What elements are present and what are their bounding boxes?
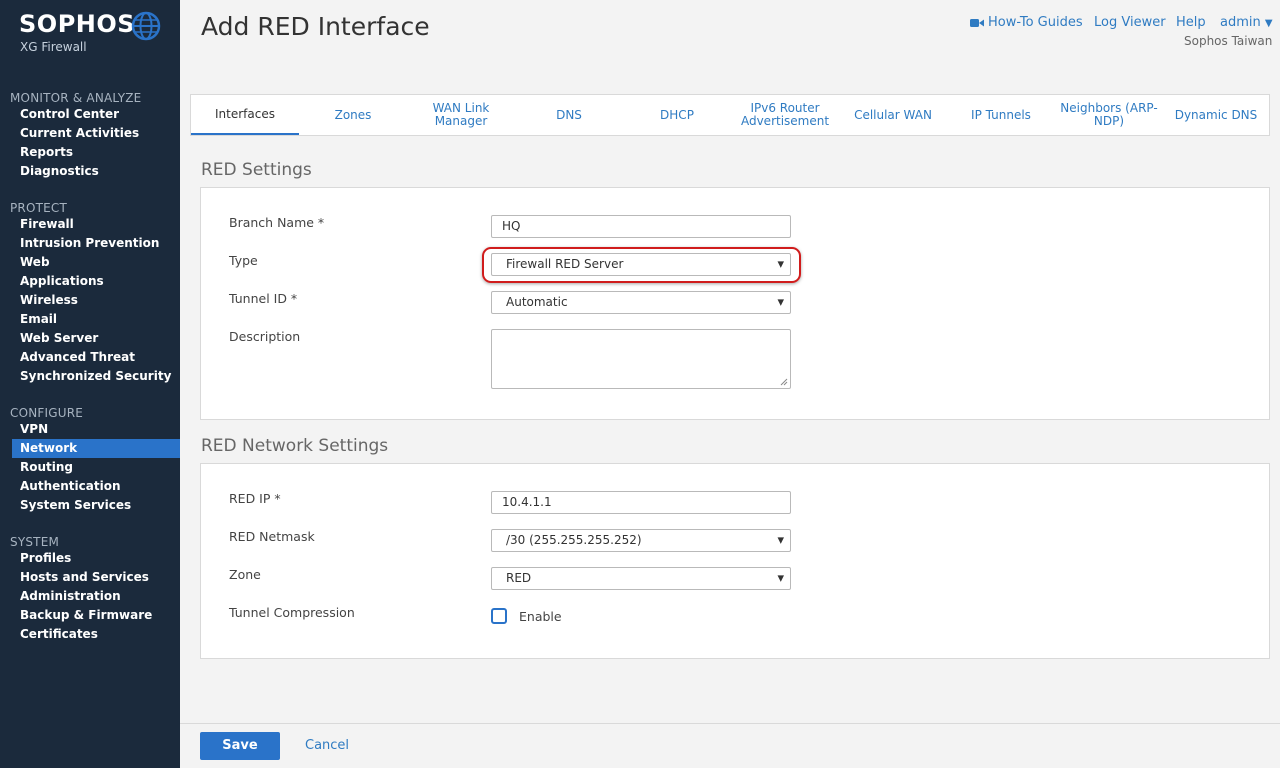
- video-camera-icon: [970, 19, 984, 27]
- cancel-button[interactable]: Cancel: [305, 738, 349, 753]
- page-title: Add RED Interface: [201, 12, 430, 41]
- red-settings-title: RED Settings: [201, 160, 312, 180]
- nav-section-system: SYSTEM: [10, 535, 60, 549]
- tab-ipv6-router-advertisement[interactable]: IPv6 Router Advertisement: [731, 95, 839, 135]
- zone-label: Zone: [229, 567, 261, 582]
- nav-item-administration[interactable]: Administration: [12, 587, 180, 606]
- tab-dhcp[interactable]: DHCP: [623, 95, 731, 135]
- description-textarea[interactable]: [491, 329, 791, 389]
- nav-item-email[interactable]: Email: [12, 310, 180, 329]
- nav-item-hosts-and-services[interactable]: Hosts and Services: [12, 568, 180, 587]
- nav-item-system-services[interactable]: System Services: [12, 496, 180, 515]
- tunnel-compression-enable-label[interactable]: Enable: [519, 609, 562, 624]
- branch-name-input[interactable]: HQ: [491, 215, 791, 238]
- nav-item-synchronized-security[interactable]: Synchronized Security: [12, 367, 180, 386]
- how-to-guides-link[interactable]: How-To Guides: [988, 15, 1083, 30]
- nav-item-diagnostics[interactable]: Diagnostics: [12, 162, 180, 181]
- nav-item-control-center[interactable]: Control Center: [12, 105, 180, 124]
- tab-dynamic-dns[interactable]: Dynamic DNS: [1163, 95, 1269, 135]
- sophos-logo[interactable]: SOPHOS XG Firewall: [19, 10, 169, 60]
- admin-label: admin: [1220, 15, 1261, 30]
- tenant-name: Sophos Taiwan: [1184, 34, 1273, 48]
- nav-item-certificates[interactable]: Certificates: [12, 625, 180, 644]
- red-netmask-select-value: /30 (255.255.255.252): [506, 533, 642, 547]
- red-network-settings-title: RED Network Settings: [201, 436, 389, 456]
- nav-item-wireless[interactable]: Wireless: [12, 291, 180, 310]
- tab-interfaces[interactable]: Interfaces: [191, 95, 299, 135]
- nav-item-firewall[interactable]: Firewall: [12, 215, 180, 234]
- tunnel-id-label: Tunnel ID *: [229, 291, 298, 306]
- zone-select-value: RED: [506, 571, 532, 585]
- caret-down-icon: ▼: [1264, 18, 1273, 29]
- nav-item-current-activities[interactable]: Current Activities: [12, 124, 180, 143]
- tab-neighbors[interactable]: Neighbors (ARP-NDP): [1055, 95, 1163, 135]
- nav-section-protect: PROTECT: [10, 201, 68, 215]
- log-viewer-link[interactable]: Log Viewer: [1094, 15, 1166, 30]
- branch-name-label: Branch Name *: [229, 215, 325, 230]
- nav-section-monitor: MONITOR & ANALYZE: [10, 91, 142, 105]
- red-ip-label: RED IP *: [229, 491, 281, 506]
- nav-item-profiles[interactable]: Profiles: [12, 549, 180, 568]
- save-button[interactable]: Save: [200, 732, 280, 760]
- admin-menu[interactable]: admin ▼: [1220, 15, 1273, 30]
- type-highlight-annotation: [482, 247, 801, 283]
- nav-item-applications[interactable]: Applications: [12, 272, 180, 291]
- nav-item-intrusion-prevention[interactable]: Intrusion Prevention: [12, 234, 180, 253]
- nav-item-reports[interactable]: Reports: [12, 143, 180, 162]
- tab-cellular-wan[interactable]: Cellular WAN: [839, 95, 947, 135]
- globe-icon: [131, 11, 161, 41]
- tab-bar: Interfaces Zones WAN Link Manager DNS DH…: [190, 94, 1270, 136]
- nav-item-vpn[interactable]: VPN: [12, 420, 180, 439]
- zone-select[interactable]: RED: [491, 567, 791, 590]
- brand-name: SOPHOS: [19, 10, 136, 38]
- red-netmask-label: RED Netmask: [229, 529, 315, 544]
- nav-item-backup-firmware[interactable]: Backup & Firmware: [12, 606, 180, 625]
- tab-zones[interactable]: Zones: [299, 95, 407, 135]
- red-netmask-select[interactable]: /30 (255.255.255.252): [491, 529, 791, 552]
- nav-item-routing[interactable]: Routing: [12, 458, 180, 477]
- nav-item-advanced-threat[interactable]: Advanced Threat: [12, 348, 180, 367]
- tunnel-id-select-value: Automatic: [506, 295, 568, 309]
- sidebar: SOPHOS XG Firewall MONITOR & ANALYZE Con…: [0, 0, 180, 768]
- resize-grip-icon[interactable]: [780, 378, 788, 386]
- product-name: XG Firewall: [20, 40, 87, 54]
- type-label: Type: [229, 253, 258, 268]
- tunnel-compression-label: Tunnel Compression: [229, 605, 355, 620]
- tunnel-id-select[interactable]: Automatic: [491, 291, 791, 314]
- help-link[interactable]: Help: [1176, 15, 1206, 30]
- tunnel-compression-checkbox[interactable]: [491, 608, 507, 624]
- red-ip-input[interactable]: 10.4.1.1: [491, 491, 791, 514]
- nav-section-configure: CONFIGURE: [10, 406, 84, 420]
- nav-item-web-server[interactable]: Web Server: [12, 329, 180, 348]
- tab-dns[interactable]: DNS: [515, 95, 623, 135]
- tab-wan-link-manager[interactable]: WAN Link Manager: [407, 95, 515, 135]
- nav-item-web[interactable]: Web: [12, 253, 180, 272]
- description-label: Description: [229, 329, 301, 344]
- nav-item-authentication[interactable]: Authentication: [12, 477, 180, 496]
- tab-ip-tunnels[interactable]: IP Tunnels: [947, 95, 1055, 135]
- nav-item-network[interactable]: Network: [12, 439, 180, 458]
